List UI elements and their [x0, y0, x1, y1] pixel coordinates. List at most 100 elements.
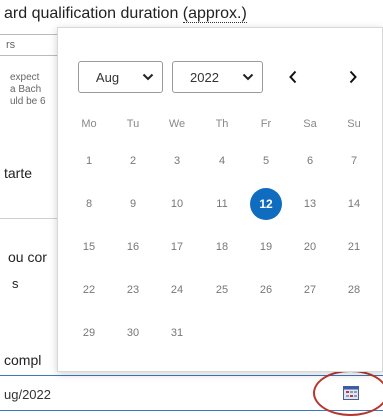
- calendar-day[interactable]: 3: [154, 146, 200, 176]
- date-started-label: tarte: [4, 165, 33, 181]
- calendar-day[interactable]: 8: [66, 189, 112, 219]
- calendar-day[interactable]: 22: [66, 275, 112, 305]
- weekday-label: Sa: [303, 118, 317, 130]
- weekday-label: Fr: [260, 118, 272, 130]
- calendar-week-row: 1 2 3 4 5 6 7: [66, 146, 383, 178]
- chevron-right-icon: [349, 70, 357, 84]
- calendar-day-number: 14: [347, 198, 361, 210]
- calendar-weeks: 1 2 3 4 5 6 7 8 9 10 11 12 13 14 15 16 17 18 19 20 21 22 23 24 2…: [66, 146, 383, 356]
- calendar-icon: [343, 386, 359, 400]
- calendar-week-row: 8 9 10 11 12 13 14: [66, 188, 383, 221]
- completed-question-label: ou cor: [8, 249, 47, 265]
- calendar-day-number: 10: [170, 198, 184, 210]
- year-select[interactable]: 2022: [172, 61, 263, 93]
- calendar-day-number: 5: [262, 155, 270, 167]
- calendar-day-number: 6: [306, 155, 314, 167]
- calendar-day-number: 17: [170, 241, 184, 253]
- calendar-day-number: 19: [259, 241, 273, 253]
- calendar-button[interactable]: [343, 386, 359, 400]
- divider: [0, 218, 60, 219]
- month-select-value: Aug: [95, 70, 120, 85]
- calendar-day[interactable]: 18: [199, 232, 245, 262]
- calendar-day-number: 25: [215, 284, 229, 296]
- calendar-day-number: 29: [82, 327, 96, 339]
- calendar-day[interactable]: 19: [243, 232, 289, 262]
- calendar-day-number: 15: [82, 241, 96, 253]
- duration-unit-field[interactable]: rs: [0, 34, 60, 56]
- date-picker-popup: Aug 2022 Mo Tu We Th Fr Sa Su 1 2 3 4 5 …: [57, 27, 383, 372]
- calendar-day[interactable]: 24: [154, 275, 200, 305]
- calendar-day-number: 28: [347, 284, 361, 296]
- calendar-day-number: 3: [173, 155, 181, 167]
- calendar-day-number: 16: [126, 241, 140, 253]
- calendar-day[interactable]: 15: [66, 232, 112, 262]
- calendar-day-number: 24: [170, 284, 184, 296]
- help-note-line: a Bach: [10, 84, 42, 95]
- calendar-day[interactable]: 1: [66, 146, 112, 176]
- calendar-day[interactable]: 28: [331, 275, 377, 305]
- next-month-button[interactable]: [344, 66, 362, 88]
- calendar-day[interactable]: 21: [331, 232, 377, 262]
- calendar-day[interactable]: 13: [287, 189, 333, 219]
- calendar-day-number: 27: [303, 284, 317, 296]
- help-note-line: uld be 6: [10, 96, 46, 107]
- chevron-down-icon: [242, 73, 254, 81]
- calendar-day[interactable]: 27: [287, 275, 333, 305]
- calendar-day-number: 13: [303, 198, 317, 210]
- calendar-day[interactable]: 11: [199, 189, 245, 219]
- weekday-label: Tu: [126, 118, 140, 130]
- calendar-day[interactable]: 31: [154, 318, 200, 348]
- calendar-day[interactable]: 6: [287, 146, 333, 176]
- weekday-label: Su: [347, 118, 361, 130]
- calendar-day-number: 21: [347, 241, 361, 253]
- weekday-label: We: [168, 118, 186, 130]
- calendar-day[interactable]: 23: [110, 275, 156, 305]
- calendar-day[interactable]: 4: [199, 146, 245, 176]
- calendar-day[interactable]: 14: [331, 189, 377, 219]
- calendar-day-number: 18: [215, 241, 229, 253]
- calendar-day[interactable]: 17: [154, 232, 200, 262]
- completion-date-input[interactable]: [4, 384, 254, 404]
- calendar-day[interactable]: 16: [110, 232, 156, 262]
- weekday-label: Th: [215, 118, 229, 130]
- chevron-left-icon: [289, 70, 297, 84]
- calendar-day[interactable]: 9: [110, 189, 156, 219]
- calendar-day-number: 30: [126, 327, 140, 339]
- completion-date-field[interactable]: [0, 375, 383, 411]
- year-select-value: 2022: [190, 70, 219, 85]
- calendar-day[interactable]: 10: [154, 189, 200, 219]
- calendar-day-number: 31: [170, 327, 184, 339]
- weekday-label: Mo: [81, 118, 97, 130]
- calendar-day-number: 4: [218, 155, 226, 167]
- calendar-day-number: 2: [129, 155, 137, 167]
- calendar-day[interactable]: 2: [110, 146, 156, 176]
- calendar-day-number: 22: [82, 284, 96, 296]
- completed-answer[interactable]: s: [0, 276, 19, 291]
- help-note: expect a Bach uld be 6: [0, 72, 60, 108]
- calendar-day[interactable]: 25: [199, 275, 245, 305]
- calendar-week-row: 29 30 31: [66, 318, 383, 350]
- calendar-day[interactable]: 29: [66, 318, 112, 348]
- calendar-day-number: 9: [129, 198, 137, 210]
- calendar-day-number: 26: [259, 284, 273, 296]
- month-select[interactable]: Aug: [78, 61, 163, 93]
- calendar-day-number: 1: [85, 155, 93, 167]
- heading-text: ard qualification duration: [4, 5, 183, 22]
- chevron-down-icon: [142, 73, 154, 81]
- help-note-line: expect: [10, 72, 40, 83]
- calendar-day[interactable]: 20: [287, 232, 333, 262]
- calendar-day[interactable]: 7: [331, 146, 377, 176]
- calendar-day-number: 20: [303, 241, 317, 253]
- calendar-day-number: 11: [216, 198, 228, 210]
- page: ard qualification duration (approx.) rs …: [0, 0, 383, 420]
- completion-date-label: compl: [4, 352, 42, 368]
- duration-unit-text: rs: [6, 39, 16, 51]
- approx-abbreviation[interactable]: (approx.): [182, 5, 247, 23]
- calendar-day[interactable]: 30: [110, 318, 156, 348]
- calendar-day[interactable]: 26: [243, 275, 289, 305]
- calendar-day-number: 12: [250, 188, 282, 220]
- calendar-day[interactable]: 5: [243, 146, 289, 176]
- calendar-day-selected[interactable]: 12: [243, 188, 289, 220]
- qualification-duration-heading: ard qualification duration (approx.): [4, 5, 247, 23]
- previous-month-button[interactable]: [284, 66, 302, 88]
